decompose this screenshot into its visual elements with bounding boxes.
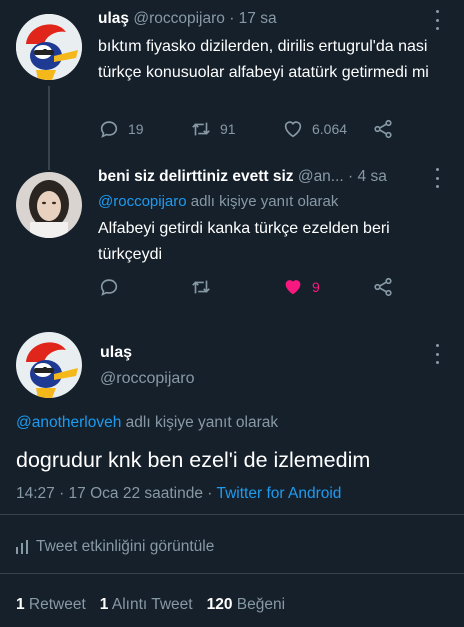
reply-button[interactable]: 19 (98, 118, 144, 140)
heart-icon (284, 121, 302, 138)
retweet-icon (192, 122, 210, 136)
like-count: 9 (312, 279, 320, 295)
handle[interactable]: @an... (298, 168, 344, 185)
source-link[interactable]: Twitter for Android (217, 485, 342, 502)
more-options-icon[interactable] (430, 10, 444, 30)
tweet-activity-link[interactable]: Tweet etkinliğini görüntüle (16, 538, 214, 556)
retweet-button[interactable] (190, 276, 212, 298)
main-handle[interactable]: @roccopijaro (100, 370, 195, 388)
retweet-stat-label: Retweet (24, 596, 86, 613)
tweet-2-text: Alfabeyi getirdi kanka türkçe ezelden be… (98, 220, 390, 263)
like-stat-label: Beğeni (232, 596, 286, 613)
like-button[interactable]: 9 (282, 276, 320, 298)
timestamp[interactable]: 17 sa (239, 10, 277, 27)
profile-photo-avatar[interactable] (16, 172, 82, 238)
heart-filled-icon (285, 280, 301, 295)
main-timestamp-row: 14:27 · 17 Oca 22 saatinde · Twitter for… (16, 485, 341, 503)
like-stat-count: 120 (206, 596, 233, 613)
tweet-1-text: bıktım fiyasko dizilerden, dirilis ertug… (98, 38, 429, 81)
main-tweet: ulaş @roccopijaro @anotherloveh adlı kiş… (0, 320, 464, 627)
tweet-1-actions: 19 91 6.064 (98, 118, 444, 142)
main-reply-context: @anotherloveh adlı kişiye yanıt olarak (16, 414, 278, 432)
retweet-stat-count: 1 (16, 596, 25, 613)
share-button[interactable] (372, 276, 394, 298)
reply-to-handle[interactable]: @anotherloveh (16, 414, 121, 431)
reply-to-suffix: adlı kişiye yanıt olarak (186, 193, 339, 210)
retweet-count: 91 (220, 121, 236, 137)
timestamp[interactable]: 4 sa (358, 168, 387, 185)
engagement-stats: 1 Retweet 1 Alıntı Tweet 120 Beğeni (16, 596, 285, 614)
woodpecker-avatar[interactable] (16, 14, 82, 80)
retweet-icon (192, 280, 210, 294)
quote-stat[interactable]: 1 Alıntı Tweet (100, 596, 193, 614)
reply-icon (100, 279, 118, 296)
tweet-2-actions: 9 (98, 276, 444, 300)
main-display-name[interactable]: ulaş (100, 344, 132, 362)
divider (0, 514, 464, 515)
handle[interactable]: @roccopijaro (133, 10, 225, 27)
share-icon (374, 277, 392, 297)
reply-count: 19 (128, 121, 144, 137)
display-name[interactable]: beni siz delirttiniz evett siz (98, 168, 294, 185)
quote-stat-label: Alıntı Tweet (108, 596, 193, 613)
retweet-stat[interactable]: 1 Retweet (16, 596, 86, 614)
thread-line (48, 86, 50, 160)
like-button[interactable]: 6.064 (282, 118, 347, 140)
main-timestamp[interactable]: 14:27 · 17 Oca 22 saatinde · (16, 485, 217, 502)
tweet-activity-label: Tweet etkinliğini görüntüle (36, 538, 215, 555)
dot-separator: · (229, 10, 235, 27)
more-options-icon[interactable] (430, 168, 444, 188)
tweet-1[interactable]: ulaş @roccopijaro · 17 sa bıktım fiyasko… (0, 0, 464, 160)
retweet-button[interactable]: 91 (190, 118, 236, 140)
reply-context: @roccopijaro adlı kişiye yanıt olarak (98, 192, 444, 212)
more-options-icon[interactable] (430, 344, 444, 364)
bar-chart-icon (16, 540, 28, 554)
tweet-1-header: ulaş @roccopijaro · 17 sa (98, 10, 424, 28)
like-stat[interactable]: 120 Beğeni (207, 596, 285, 614)
dot-separator: · (348, 168, 354, 185)
main-tweet-text: dogrudur knk ben ezel'i de izlemedim (16, 448, 371, 472)
divider (0, 573, 464, 574)
reply-button[interactable] (98, 276, 120, 298)
display-name[interactable]: ulaş (98, 10, 129, 27)
share-icon (374, 119, 392, 139)
reply-to-handle[interactable]: @roccopijaro (98, 193, 187, 210)
reply-icon (100, 121, 118, 138)
reply-to-suffix: adlı kişiye yanıt olarak (121, 414, 279, 431)
tweet-2[interactable]: beni siz delirttiniz evett siz @an... · … (0, 160, 464, 320)
tweet-2-header: beni siz delirttiniz evett siz @an... · … (98, 168, 424, 186)
woodpecker-avatar[interactable] (16, 332, 82, 398)
like-count: 6.064 (312, 121, 348, 137)
share-button[interactable] (372, 118, 394, 140)
thread-line (48, 160, 50, 170)
